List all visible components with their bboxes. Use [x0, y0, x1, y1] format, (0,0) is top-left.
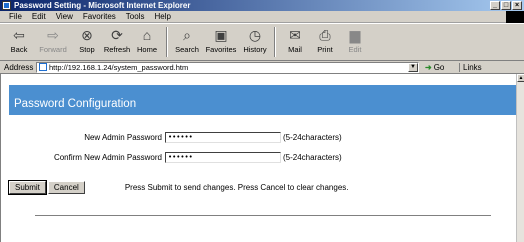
menu-tools[interactable]: Tools [121, 12, 150, 21]
minimize-button[interactable]: _ [490, 1, 500, 10]
forward-arrow-icon: ⇨ [47, 27, 59, 43]
stop-button[interactable]: ⊗ Stop [72, 26, 102, 54]
windows-logo-icon [506, 11, 524, 23]
favorites-icon: ▣ [214, 27, 228, 43]
page-content: Password Configuration New Admin Passwor… [0, 74, 517, 242]
refresh-button[interactable]: ⟳ Refresh [102, 26, 132, 54]
menu-file[interactable]: File [4, 12, 27, 21]
address-bar: Address http://192.168.1.24/system_passw… [0, 61, 524, 74]
action-instructions: Press Submit to send changes. Press Canc… [124, 183, 349, 192]
back-arrow-icon: ⇦ [13, 27, 25, 43]
ie-app-icon [2, 1, 11, 10]
cancel-button[interactable]: Cancel [47, 181, 85, 194]
search-button[interactable]: ⌕ Search [172, 26, 202, 54]
stop-label: Stop [79, 45, 95, 54]
history-label: History [243, 45, 267, 54]
edit-icon: ▆ [349, 27, 361, 43]
history-button[interactable]: ◷ History [240, 26, 270, 54]
home-icon: ⌂ [142, 27, 152, 43]
search-icon: ⌕ [183, 27, 191, 43]
mail-button[interactable]: ✉ Mail [280, 26, 310, 54]
confirm-password-row: Confirm New Admin Password •••••• (5-24c… [9, 151, 342, 163]
page-title: Password Configuration [14, 98, 137, 110]
submit-button[interactable]: Submit [8, 180, 47, 195]
menu-favorites[interactable]: Favorites [78, 12, 121, 21]
favorites-label: Favorites [205, 45, 237, 54]
close-button[interactable]: × [512, 1, 522, 10]
mail-icon: ✉ [289, 27, 301, 43]
divider [35, 215, 491, 217]
confirm-password-hint: (5-24characters) [283, 152, 342, 162]
refresh-label: Refresh [103, 45, 131, 54]
scroll-up-icon[interactable]: ▲ [517, 74, 524, 82]
favorites-button[interactable]: ▣ Favorites [202, 26, 240, 54]
address-url: http://192.168.1.24/system_password.htm [49, 62, 189, 72]
address-dropdown-button[interactable]: ▼ [408, 62, 418, 72]
menu-bar: File Edit View Favorites Tools Help [0, 11, 524, 23]
print-button[interactable]: ⎙ Print [310, 26, 340, 54]
refresh-icon: ⟳ [111, 27, 123, 43]
new-password-row: New Admin Password •••••• (5-24character… [9, 131, 342, 143]
page-banner: Password Configuration [9, 85, 517, 115]
toolbar-separator [274, 27, 276, 57]
new-password-hint: (5-24characters) [283, 132, 342, 142]
forward-button[interactable]: ⇨ Forward [34, 26, 72, 54]
history-icon: ◷ [248, 27, 262, 43]
menu-view[interactable]: View [51, 12, 78, 21]
window-controls: _ □ × [490, 1, 522, 10]
vertical-scrollbar[interactable]: ▲ [516, 74, 524, 242]
address-input[interactable]: http://192.168.1.24/system_password.htm … [36, 61, 419, 73]
new-password-label: New Admin Password [84, 132, 162, 142]
go-arrow-icon: ➜ [425, 62, 432, 72]
print-label: Print [317, 45, 333, 54]
toolbar: ⇦ Back ⇨ Forward ⊗ Stop ⟳ Refresh ⌂ Home… [0, 23, 524, 61]
forward-label: Forward [39, 45, 67, 54]
menu-edit[interactable]: Edit [27, 12, 51, 21]
home-button[interactable]: ⌂ Home [132, 26, 162, 54]
edit-label: Edit [348, 45, 362, 54]
title-bar: Password Setting - Microsoft Internet Ex… [0, 0, 524, 11]
mail-label: Mail [288, 45, 302, 54]
back-label: Back [10, 45, 28, 54]
address-label: Address [4, 62, 34, 72]
form-actions: Submit Cancel Press Submit to send chang… [8, 180, 349, 195]
go-label: Go [433, 62, 445, 72]
new-password-field[interactable]: •••••• [165, 131, 281, 143]
maximize-button[interactable]: □ [501, 1, 511, 10]
back-button[interactable]: ⇦ Back [4, 26, 34, 54]
print-icon: ⎙ [319, 27, 331, 43]
go-button[interactable]: ➜ Go [425, 63, 455, 72]
confirm-password-label: Confirm New Admin Password [53, 152, 162, 162]
links-button[interactable]: Links [459, 62, 482, 72]
edit-button[interactable]: ▆ Edit [340, 26, 370, 54]
home-label: Home [136, 45, 157, 54]
confirm-password-field[interactable]: •••••• [165, 151, 281, 163]
toolbar-separator [166, 27, 168, 57]
window-title: Password Setting - Microsoft Internet Ex… [14, 1, 191, 10]
menu-help[interactable]: Help [149, 12, 175, 21]
search-label: Search [175, 45, 199, 54]
page-icon [39, 63, 47, 71]
stop-icon: ⊗ [81, 27, 93, 43]
